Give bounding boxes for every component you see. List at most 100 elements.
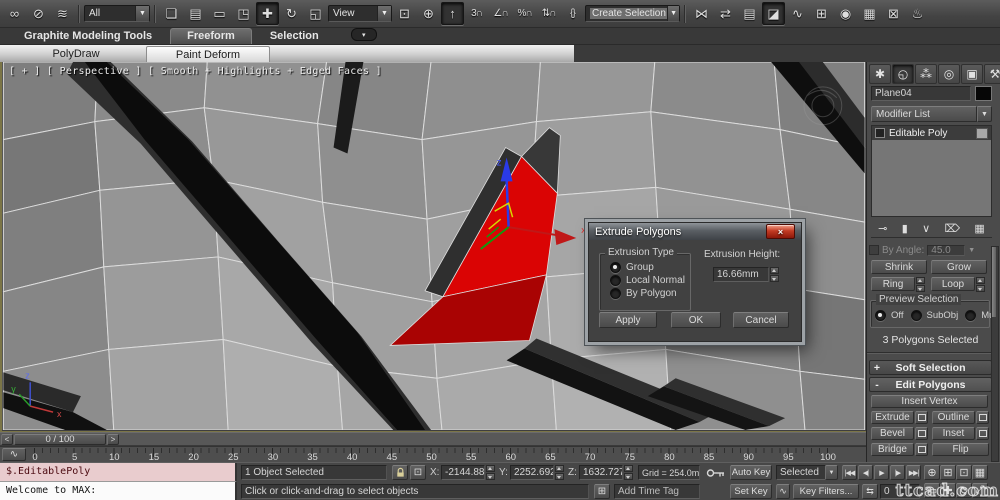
dropdown-arrow-icon[interactable]: ▼ bbox=[825, 465, 838, 480]
spinner-snap-icon[interactable]: ⇅∩ bbox=[537, 2, 560, 25]
zoom-icon[interactable]: ⊕ bbox=[924, 465, 940, 480]
ring-spinner[interactable] bbox=[916, 277, 925, 292]
layer-manager-icon[interactable]: ▤ bbox=[738, 2, 761, 25]
dropdown-arrow-icon[interactable]: ▼ bbox=[667, 6, 679, 21]
insert-vertex-button[interactable]: Insert Vertex bbox=[871, 395, 988, 408]
play-button[interactable]: ▶ bbox=[874, 465, 889, 480]
previous-frame-button[interactable]: ◀| bbox=[858, 465, 873, 480]
curve-editor-icon[interactable]: ∿ bbox=[786, 2, 809, 25]
modifier-list-dropdown[interactable]: Modifier List ▼ bbox=[871, 106, 992, 122]
angle-snap-icon[interactable]: ∠∩ bbox=[489, 2, 512, 25]
ok-button[interactable]: OK bbox=[671, 312, 721, 328]
previous-frame-slider-button[interactable]: < bbox=[1, 434, 13, 445]
Outline[interactable]: Outline bbox=[932, 411, 975, 424]
Bevel[interactable]: Bevel bbox=[871, 427, 914, 440]
settings-box-button[interactable] bbox=[915, 411, 928, 424]
x-spinner[interactable] bbox=[486, 465, 495, 480]
scrollbar-thumb[interactable] bbox=[992, 247, 996, 317]
track-bar[interactable]: ∿ 0 5 10 15 20 25 30 35 40 45 50 55 60 65 70 75 80 85 90 95… bbox=[0, 446, 866, 463]
cancel-button[interactable]: Cancel bbox=[733, 312, 789, 328]
z-spinner[interactable] bbox=[624, 465, 633, 480]
subtab-paint-deform[interactable]: Paint Deform bbox=[146, 46, 270, 62]
stack-item-editable-poly[interactable]: Editable Poly bbox=[872, 126, 991, 140]
graphite-ribbon-toggle-icon[interactable]: ◪ bbox=[762, 2, 785, 25]
dropdown-arrow-icon[interactable]: ▼ bbox=[977, 106, 992, 122]
configure-modifier-sets-icon[interactable]: ▦ bbox=[974, 222, 984, 235]
key-filters-button[interactable]: Key Filters... bbox=[793, 484, 859, 499]
maxscript-listener-line2[interactable]: Welcome to MAX: bbox=[0, 482, 237, 500]
percent-snap-icon[interactable]: %∩ bbox=[513, 2, 536, 25]
utilities-tab-icon[interactable]: ⚒ bbox=[984, 64, 1000, 84]
use-pivot-point-center-icon[interactable]: ⊡ bbox=[393, 2, 416, 25]
unlink-selection-icon[interactable]: ⊘ bbox=[27, 2, 50, 25]
extrusion-type-radio[interactable]: By Polygon bbox=[610, 287, 685, 300]
ribbon-minimize-button[interactable]: ▾ bbox=[350, 28, 377, 41]
dropdown-arrow-icon[interactable]: ▼ bbox=[968, 247, 975, 254]
select-and-link-icon[interactable]: ∞ bbox=[3, 2, 26, 25]
go-to-start-button[interactable]: |◀◀ bbox=[842, 465, 857, 480]
Inset[interactable]: Inset bbox=[932, 427, 975, 440]
time-slider-handle[interactable]: 0 / 100 bbox=[14, 434, 106, 445]
time-slider[interactable]: < 0 / 100 > bbox=[0, 432, 866, 446]
keyboard-shortcut-override-icon[interactable]: ↑ bbox=[441, 2, 464, 25]
apply-button[interactable]: Apply bbox=[599, 312, 657, 328]
next-frame-button[interactable]: |▶ bbox=[890, 465, 905, 480]
next-frame-slider-button[interactable]: > bbox=[107, 434, 119, 445]
dropdown-arrow-icon[interactable]: ▼ bbox=[135, 6, 149, 21]
x-coordinate-field[interactable]: -2144.889 bbox=[441, 465, 485, 480]
hierarchy-tab-icon[interactable]: ⁂ bbox=[915, 64, 937, 84]
Bridge[interactable]: Bridge bbox=[871, 443, 914, 456]
select-and-scale-icon[interactable]: ◱ bbox=[304, 2, 327, 25]
extrusion-height-spinner[interactable] bbox=[770, 267, 779, 282]
reference-coordinate-dropdown[interactable]: View ▼ bbox=[328, 5, 392, 22]
viewport-label[interactable]: [ + ] [ Perspective ] [ Smooth + Highlig… bbox=[9, 66, 382, 77]
tab-graphite-modeling-tools[interactable]: Graphite Modeling Tools bbox=[8, 29, 168, 44]
z-coordinate-field[interactable]: 1632.727m bbox=[579, 465, 623, 480]
preview-selection-radio[interactable]: Multi bbox=[965, 309, 994, 322]
Flip[interactable]: Flip bbox=[932, 443, 989, 456]
remove-modifier-icon[interactable]: ⌦ bbox=[944, 222, 960, 235]
material-editor-icon[interactable]: ◉ bbox=[834, 2, 857, 25]
close-icon[interactable]: × bbox=[766, 224, 795, 239]
modifier-stack[interactable]: Editable Poly bbox=[871, 125, 992, 217]
grow-button[interactable]: Grow bbox=[931, 260, 987, 274]
key-filter-curve-icon[interactable]: ∿ bbox=[776, 484, 790, 499]
key-mode-toggle-icon[interactable]: ⇆ bbox=[862, 484, 878, 499]
select-and-manipulate-icon[interactable]: ⊕ bbox=[417, 2, 440, 25]
add-time-tag-field[interactable]: Add Time Tag bbox=[614, 484, 700, 499]
pin-stack-icon[interactable]: ⊸ bbox=[878, 222, 887, 235]
Extrude[interactable]: Extrude bbox=[871, 411, 914, 424]
render-production-icon[interactable]: ♨ bbox=[906, 2, 929, 25]
by-angle-checkbox[interactable] bbox=[869, 245, 879, 255]
motion-tab-icon[interactable]: ◎ bbox=[938, 64, 960, 84]
named-selection-set-dropdown[interactable]: Create Selection Se ▼ bbox=[585, 5, 680, 22]
preview-selection-radio[interactable]: SubObj bbox=[910, 309, 958, 322]
select-object-icon[interactable]: ❏ bbox=[160, 2, 183, 25]
absolute-mode-toggle-icon[interactable]: ⊡ bbox=[410, 465, 426, 480]
selection-lock-icon[interactable] bbox=[392, 465, 408, 480]
object-color-swatch[interactable] bbox=[975, 86, 992, 101]
schematic-view-icon[interactable]: ⊞ bbox=[810, 2, 833, 25]
ring-button[interactable]: Ring bbox=[871, 277, 915, 291]
modify-tab-icon[interactable]: ◵ bbox=[892, 64, 914, 84]
stack-item-toggle[interactable] bbox=[976, 127, 988, 139]
select-and-rotate-icon[interactable]: ↻ bbox=[280, 2, 303, 25]
zoom-all-icon[interactable]: ⊞ bbox=[940, 465, 956, 480]
dropdown-arrow-icon[interactable]: ▼ bbox=[377, 6, 391, 21]
set-key-button[interactable]: Set Key bbox=[730, 484, 772, 499]
create-tab-icon[interactable]: ✱ bbox=[869, 64, 891, 84]
display-tab-icon[interactable]: ▣ bbox=[961, 64, 983, 84]
settings-box-button[interactable] bbox=[976, 427, 989, 440]
align-icon[interactable]: ⇄ bbox=[714, 2, 737, 25]
by-angle-field[interactable]: 45.0 bbox=[927, 244, 966, 256]
auto-key-button[interactable]: Auto Key bbox=[730, 465, 772, 480]
show-end-result-icon[interactable]: ▮ bbox=[902, 222, 908, 235]
zoom-extents-all-icon[interactable]: ▦ bbox=[972, 465, 988, 480]
extrude-polygons-dialog[interactable]: Extrude Polygons × Extrusion Type Group … bbox=[588, 222, 802, 342]
shrink-button[interactable]: Shrink bbox=[871, 260, 927, 274]
maxscript-listener-line1[interactable]: $.EditablePoly bbox=[0, 463, 237, 482]
object-name-field[interactable]: Plane04 bbox=[871, 86, 971, 101]
render-setup-icon[interactable]: ▦ bbox=[858, 2, 881, 25]
extrusion-type-radio[interactable]: Group bbox=[610, 261, 685, 274]
select-and-move-icon[interactable]: ✚ bbox=[256, 2, 279, 25]
